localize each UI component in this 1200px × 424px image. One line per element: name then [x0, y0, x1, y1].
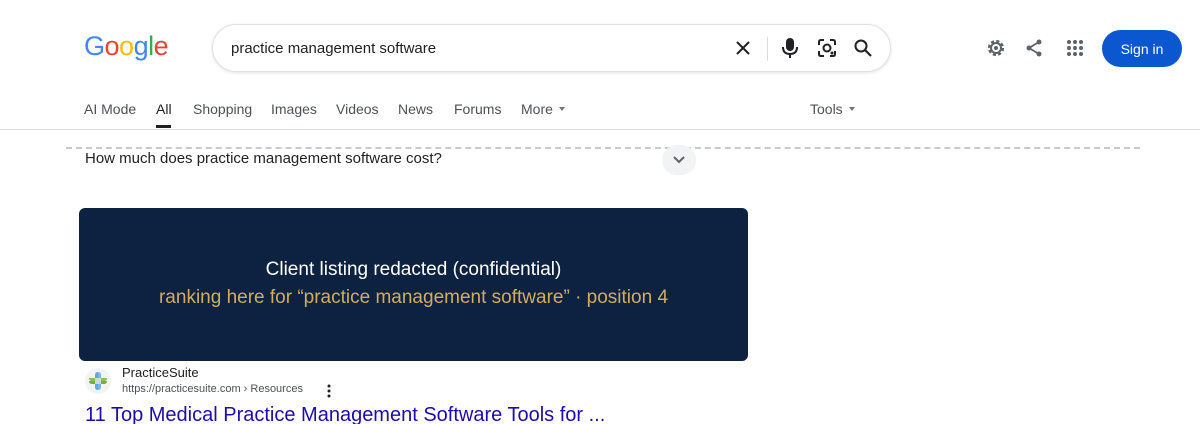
tools-label: Tools [810, 101, 843, 117]
tab-videos[interactable]: Videos [336, 101, 379, 117]
search-divider [767, 37, 768, 61]
caret-down-icon [558, 107, 565, 112]
tab-images[interactable]: Images [271, 101, 317, 117]
lens-icon[interactable] [815, 36, 839, 60]
redacted-listing: Client listing redacted (confidential) r… [79, 208, 748, 361]
tab-shopping[interactable]: Shopping [193, 101, 252, 117]
search-input[interactable] [231, 25, 711, 71]
search-box [212, 24, 891, 72]
tools-button[interactable]: Tools [810, 101, 855, 117]
microphone-icon[interactable] [778, 36, 802, 60]
sign-in-button[interactable]: Sign in [1102, 30, 1182, 67]
more-vert-icon[interactable] [322, 383, 336, 399]
share-icon[interactable] [1022, 36, 1046, 60]
redaction-subtitle: ranking here for “practice management so… [158, 287, 669, 308]
redaction-title: Client listing redacted (confidential) [265, 259, 562, 280]
faq-question[interactable]: How much does practice management softwa… [85, 150, 442, 167]
logo-letter: o [104, 31, 120, 61]
tab-more-label: More [521, 101, 553, 117]
header-divider [0, 129, 1200, 130]
clear-icon[interactable] [731, 36, 755, 60]
caret-down-icon [848, 107, 855, 112]
settings-icon[interactable] [984, 36, 1008, 60]
logo-letter: g [133, 31, 149, 61]
logo-letter: o [119, 31, 134, 61]
result-title-link[interactable]: 11 Top Medical Practice Management Softw… [85, 404, 605, 424]
tab-more[interactable]: More [521, 101, 565, 117]
tab-all[interactable]: All [156, 101, 172, 117]
tab-news[interactable]: News [398, 101, 433, 117]
result-site-name[interactable]: PracticeSuite [122, 365, 199, 380]
tab-forums[interactable]: Forums [454, 101, 501, 117]
tab-ai-mode[interactable]: AI Mode [84, 101, 136, 117]
active-tab-indicator [156, 125, 171, 128]
search-icon[interactable] [851, 36, 875, 60]
logo-letter: G [84, 31, 105, 61]
apps-grid-icon[interactable] [1063, 36, 1087, 60]
logo-letter: e [153, 31, 169, 61]
google-logo[interactable]: Google [84, 31, 169, 62]
result-url[interactable]: https://practicesuite.com › Resources [122, 383, 303, 395]
chevron-down-icon[interactable] [662, 145, 696, 175]
dashed-divider [66, 147, 1140, 149]
site-favicon[interactable] [85, 368, 111, 394]
